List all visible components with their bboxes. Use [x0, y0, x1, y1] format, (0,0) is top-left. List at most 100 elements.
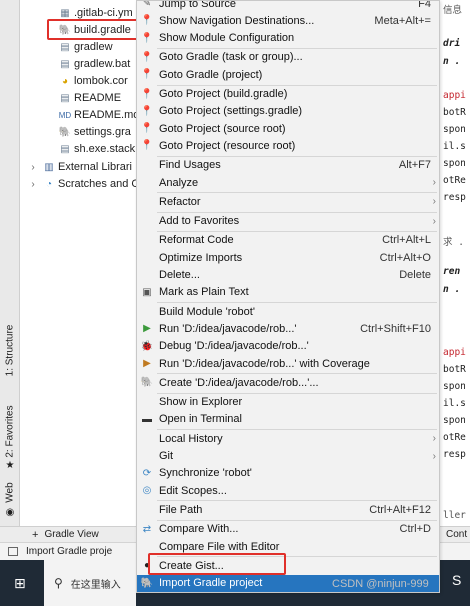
menu-item-label: Run 'D:/idea/javacode/rob...'	[159, 322, 297, 335]
pin-icon: 📍	[140, 69, 154, 81]
pin-icon: 📍	[140, 123, 154, 135]
tree-item[interactable]: 🐘 settings.gra	[58, 124, 131, 141]
gradle-icon: 🐘	[58, 127, 72, 138]
menu-item-run-d-idea-javacode-rob-with-coverage[interactable]: ▶ Run 'D:/idea/javacode/rob...' with Cove…	[137, 355, 439, 372]
code-line: resp	[443, 192, 466, 203]
submenu-arrow-icon: ›	[432, 433, 436, 445]
taskbar-search-box[interactable]: ⚲ 在这里输入	[44, 560, 136, 606]
windows-start-icon[interactable]: ⊞	[14, 575, 26, 592]
annotation-box-build-gradle	[47, 19, 139, 40]
code-line: ren	[443, 266, 461, 277]
menu-item-optimize-imports[interactable]: Optimize Imports Ctrl+Alt+O	[137, 249, 439, 266]
code-line: resp	[443, 449, 466, 460]
plaintext-icon: ▣	[142, 286, 152, 298]
menu-item-edit-scopes[interactable]: ◎ Edit Scopes...	[137, 482, 439, 499]
menu-item-shortcut: Ctrl+Shift+F10	[360, 322, 431, 335]
tree-item[interactable]: › ◔ Scratches and Co	[26, 176, 137, 193]
menu-item-file-path[interactable]: File Path Ctrl+Alt+F12	[137, 501, 439, 518]
code-line: spon	[443, 158, 466, 169]
menu-item-goto-project-build-gradle[interactable]: 📍 Goto Project (build.gradle)	[137, 86, 439, 103]
search-icon: ⚲	[54, 576, 63, 590]
code-editor[interactable]: 信息 dri n . appi botR spon il.s spon otRe…	[440, 0, 470, 526]
tree-item[interactable]: ▤ gradlew	[58, 39, 112, 56]
taskbar-search-placeholder: 在这里输入	[70, 579, 121, 591]
submenu-arrow-icon: ›	[432, 215, 436, 227]
tree-item[interactable]: ◕ lombok.cor	[58, 73, 128, 90]
web-icon: ◉	[5, 506, 15, 518]
coverage-icon: ▶	[143, 358, 151, 369]
sync-icon: ⟳	[142, 467, 152, 479]
tree-item[interactable]: ▤ gradlew.bat	[58, 56, 130, 73]
menu-item-label: Goto Project (source root)	[159, 122, 286, 135]
plus-icon[interactable]: +	[32, 529, 38, 541]
menu-item-goto-project-resource-root[interactable]: 📍 Goto Project (resource root)	[137, 137, 439, 154]
menu-item-refactor[interactable]: Refactor ›	[137, 193, 439, 210]
menu-item-debug-d-idea-javacode-rob[interactable]: 🐞 Debug 'D:/idea/javacode/rob...'	[137, 338, 439, 355]
menu-item-compare-with[interactable]: ⇄ Compare With... Ctrl+D	[137, 521, 439, 538]
menu-item-label: Goto Gradle (task or group)...	[159, 51, 303, 64]
menu-item-mark-as-plain-text[interactable]: ▣ Mark as Plain Text	[137, 284, 439, 301]
menu-item-shortcut: Alt+F7	[398, 159, 431, 172]
menu-item-label: Reformat Code	[159, 234, 234, 247]
menu-item-goto-project-settings-gradle[interactable]: 📍 Goto Project (settings.gradle)	[137, 103, 439, 120]
menu-item-label: Goto Project (build.gradle)	[159, 88, 288, 100]
tree-item-label: External Librari	[58, 161, 132, 173]
menu-item-show-navigation-destinations[interactable]: 📍 Show Navigation Destinations... Meta+Alt…	[137, 12, 439, 29]
menu-item-analyze[interactable]: Analyze ›	[137, 174, 439, 191]
chevron-right-icon[interactable]: ›	[26, 176, 40, 193]
pin-icon: 📍	[140, 32, 154, 44]
menu-item-find-usages[interactable]: Find Usages Alt+F7	[137, 157, 439, 174]
menu-item-goto-project-source-root[interactable]: 📍 Goto Project (source root)	[137, 120, 439, 137]
pin-icon: 📍	[140, 15, 154, 27]
markdown-icon: MD	[58, 111, 72, 120]
status-panel-icon[interactable]	[8, 547, 18, 556]
menu-item-label: Show Module Configuration	[159, 32, 295, 45]
menu-item-run-d-idea-javacode-rob[interactable]: ▶ Run 'D:/idea/javacode/rob...' Ctrl+Shift…	[137, 320, 439, 337]
tree-item-label: README.md	[74, 109, 137, 121]
menu-item-jump-to-source[interactable]: ✎ Jump to Source F4	[137, 1, 439, 12]
tree-item[interactable]: MD README.md	[58, 107, 137, 124]
menu-item-delete[interactable]: Delete... Delete	[137, 267, 439, 284]
code-line: appi	[443, 90, 466, 101]
menu-item-goto-gradle-project[interactable]: 📍 Goto Gradle (project)	[137, 66, 439, 83]
tree-item[interactable]: › ▥ External Librari	[26, 159, 132, 176]
menu-item-label: Local History	[159, 432, 223, 445]
menu-item-label: Delete...	[159, 269, 200, 281]
tray-app-icon[interactable]: S	[452, 572, 461, 588]
tree-item-label: lombok.cor	[74, 75, 128, 87]
chevron-right-icon[interactable]: ›	[26, 159, 40, 176]
menu-item-show-module-configuration[interactable]: 📍 Show Module Configuration	[137, 30, 439, 47]
menu-item-build-module-robot[interactable]: Build Module 'robot'	[137, 303, 439, 320]
submenu-arrow-icon: ›	[432, 450, 436, 462]
gradle-view-tab[interactable]: Gradle View	[44, 529, 98, 540]
favorites-tab[interactable]: 2: Favorites	[0, 404, 20, 458]
menu-item-synchronize-robot[interactable]: ⟳ Synchronize 'robot'	[137, 465, 439, 482]
menu-item-reformat-code[interactable]: Reformat Code Ctrl+Alt+L	[137, 232, 439, 249]
menu-item-open-in-terminal[interactable]: ▬ Open in Terminal	[137, 411, 439, 428]
menu-item-create-d-idea-javacode-rob[interactable]: 🐘 Create 'D:/idea/javacode/rob...'...	[137, 374, 439, 391]
structure-tab[interactable]: 1: Structure	[0, 324, 20, 376]
tree-item[interactable]: ▤ sh.exe.stack	[58, 141, 135, 158]
menu-item-add-to-favorites[interactable]: Add to Favorites ›	[137, 213, 439, 230]
file-icon: ▤	[60, 59, 70, 70]
menu-item-local-history[interactable]: Local History ›	[137, 430, 439, 447]
menu-item-label: Synchronize 'robot'	[159, 467, 252, 480]
menu-item-show-in-explorer[interactable]: Show in Explorer	[137, 394, 439, 411]
compare-icon: ⇄	[142, 523, 152, 535]
pin-icon: 📍	[140, 105, 154, 117]
menu-item-goto-gradle-task-or-group[interactable]: 📍 Goto Gradle (task or group)...	[137, 49, 439, 66]
code-line: il.s	[443, 398, 466, 409]
terminal-icon: ▬	[142, 413, 152, 425]
cont-tab[interactable]: Cont	[446, 529, 467, 540]
code-line: botR	[443, 364, 466, 375]
menu-item-label: Create 'D:/idea/javacode/rob...'...	[159, 376, 319, 389]
star-icon: ★	[5, 459, 15, 471]
tree-item[interactable]: ▤ README	[58, 90, 121, 107]
tree-item-label: gradlew.bat	[74, 58, 131, 70]
web-tab[interactable]: Web	[0, 480, 20, 504]
file-icon: ▤	[60, 93, 70, 104]
menu-item-git[interactable]: Git ›	[137, 448, 439, 465]
menu-item-label: Mark as Plain Text	[159, 286, 249, 299]
config-icon: ◕	[61, 76, 69, 87]
project-tree: ▦ .gitlab-ci.ym 🐘 build.gradle ▤ gradlew…	[20, 0, 137, 526]
